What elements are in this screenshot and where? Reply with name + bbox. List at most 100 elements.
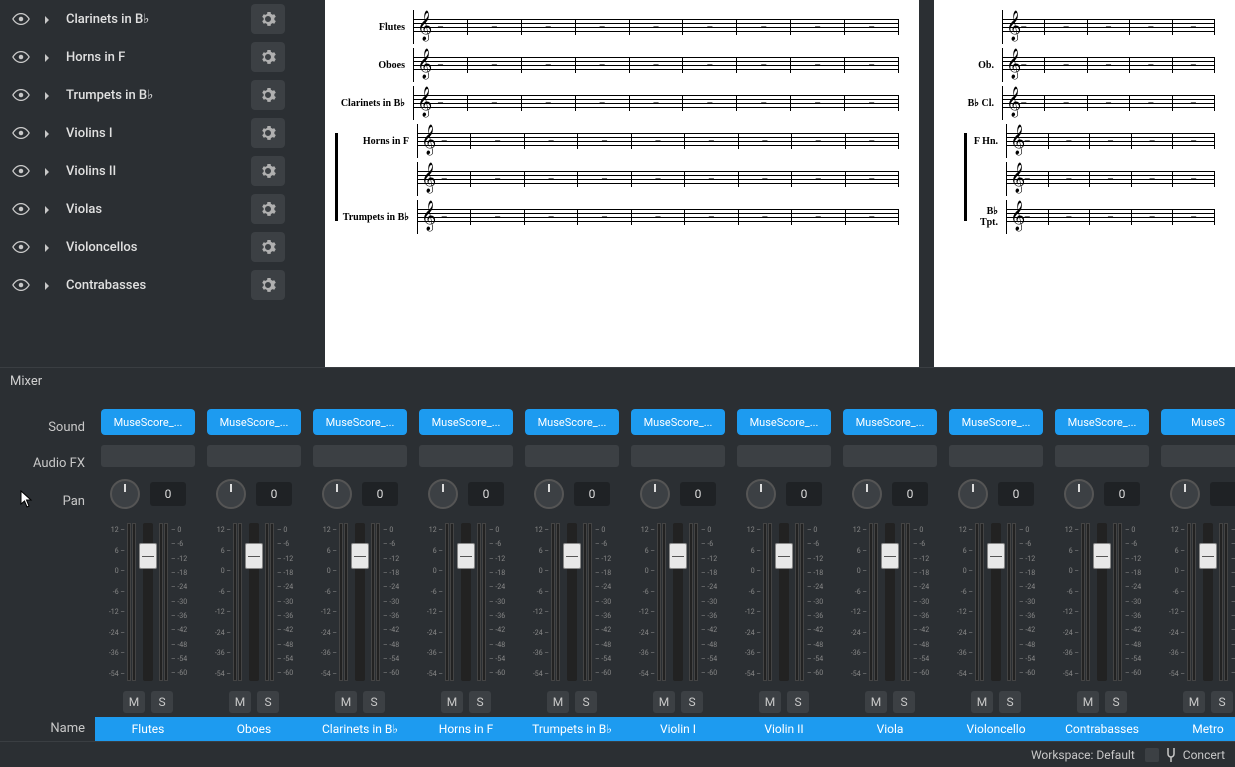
instrument-row[interactable]: Horns in F xyxy=(0,38,297,76)
staff-lines[interactable]: 𝄞 xyxy=(413,10,899,44)
solo-button[interactable]: S xyxy=(363,691,385,713)
staff[interactable]: Flutes 𝄞 xyxy=(335,10,899,44)
fader-handle[interactable] xyxy=(457,543,475,569)
audio-fx-slot[interactable] xyxy=(631,445,725,467)
solo-button[interactable]: S xyxy=(681,691,703,713)
staff[interactable]: B♭ Tpt. 𝄞 xyxy=(968,200,1215,234)
pan-knob[interactable] xyxy=(1170,479,1200,509)
volume-fader[interactable] xyxy=(1203,523,1213,681)
visibility-icon[interactable] xyxy=(12,89,30,101)
audio-fx-slot[interactable] xyxy=(419,445,513,467)
pan-value[interactable]: 0 xyxy=(1104,482,1140,506)
audio-fx-slot[interactable] xyxy=(525,445,619,467)
sound-selector[interactable]: MuseScore_... xyxy=(843,409,937,435)
mute-button[interactable]: M xyxy=(653,691,675,713)
mute-button[interactable]: M xyxy=(865,691,887,713)
pan-knob[interactable] xyxy=(852,479,882,509)
staff[interactable]: 𝄞 xyxy=(968,162,1215,196)
pan-value[interactable] xyxy=(1210,482,1235,506)
chevron-right-icon[interactable] xyxy=(44,14,52,24)
chevron-right-icon[interactable] xyxy=(44,52,52,62)
sound-selector[interactable]: MuseScore_... xyxy=(949,409,1043,435)
pan-value[interactable]: 0 xyxy=(680,482,716,506)
visibility-icon[interactable] xyxy=(12,279,30,291)
instrument-row[interactable]: Violins I xyxy=(0,114,297,152)
volume-fader[interactable] xyxy=(673,523,683,681)
mute-button[interactable]: M xyxy=(759,691,781,713)
settings-button[interactable] xyxy=(251,156,285,186)
score-page-main[interactable]: Flutes 𝄞 Oboes 𝄞 Clarinets in B♭ 𝄞 Horns… xyxy=(325,0,919,367)
settings-button[interactable] xyxy=(251,80,285,110)
settings-button[interactable] xyxy=(251,194,285,224)
visibility-icon[interactable] xyxy=(12,51,30,63)
channel-name[interactable]: Contrabasses xyxy=(1049,717,1155,741)
channel-name[interactable]: Oboes xyxy=(201,717,307,741)
channel-name[interactable]: Flutes xyxy=(95,717,201,741)
staff-lines[interactable]: 𝄞 xyxy=(1006,200,1215,234)
score-page-side[interactable]: 𝄞 Ob. 𝄞 B♭ Cl. 𝄞 F Hn. 𝄞 𝄞 xyxy=(934,0,1235,367)
staff-lines[interactable]: 𝄞 xyxy=(413,86,899,120)
fader-handle[interactable] xyxy=(139,543,157,569)
instrument-row[interactable]: Violoncellos xyxy=(0,228,297,266)
volume-fader[interactable] xyxy=(885,523,895,681)
pan-knob[interactable] xyxy=(428,479,458,509)
workspace-selector[interactable]: Workspace: Default xyxy=(1031,748,1135,762)
pan-knob[interactable] xyxy=(110,479,140,509)
visibility-icon[interactable] xyxy=(12,127,30,139)
pan-knob[interactable] xyxy=(958,479,988,509)
fader-handle[interactable] xyxy=(669,543,687,569)
chevron-right-icon[interactable] xyxy=(44,128,52,138)
pan-value[interactable]: 0 xyxy=(150,482,186,506)
mute-button[interactable]: M xyxy=(335,691,357,713)
fader-handle[interactable] xyxy=(881,543,899,569)
staff-lines[interactable]: 𝄞 xyxy=(417,162,899,196)
audio-fx-slot[interactable] xyxy=(737,445,831,467)
pan-knob[interactable] xyxy=(216,479,246,509)
pan-value[interactable]: 0 xyxy=(892,482,928,506)
audio-fx-slot[interactable] xyxy=(949,445,1043,467)
solo-button[interactable]: S xyxy=(999,691,1021,713)
pan-value[interactable]: 0 xyxy=(468,482,504,506)
fader-handle[interactable] xyxy=(987,543,1005,569)
settings-button[interactable] xyxy=(251,4,285,34)
chevron-right-icon[interactable] xyxy=(44,242,52,252)
chevron-right-icon[interactable] xyxy=(44,166,52,176)
fader-handle[interactable] xyxy=(351,543,369,569)
staff-lines[interactable]: 𝄞 xyxy=(1002,86,1215,120)
channel-name[interactable]: Trumpets in B♭ xyxy=(519,717,625,741)
volume-fader[interactable] xyxy=(1097,523,1107,681)
pan-value[interactable]: 0 xyxy=(786,482,822,506)
mute-button[interactable]: M xyxy=(1183,691,1205,713)
mute-button[interactable]: M xyxy=(229,691,251,713)
audio-fx-slot[interactable] xyxy=(313,445,407,467)
channel-name[interactable]: Clarinets in B♭ xyxy=(307,717,413,741)
chevron-right-icon[interactable] xyxy=(44,280,52,290)
sound-selector[interactable]: MuseScore_... xyxy=(313,409,407,435)
channel-name[interactable]: Violin I xyxy=(625,717,731,741)
mute-button[interactable]: M xyxy=(971,691,993,713)
mute-button[interactable]: M xyxy=(547,691,569,713)
pan-knob[interactable] xyxy=(534,479,564,509)
visibility-icon[interactable] xyxy=(12,13,30,25)
sound-selector[interactable]: MuseScore_... xyxy=(419,409,513,435)
solo-button[interactable]: S xyxy=(151,691,173,713)
settings-button[interactable] xyxy=(251,118,285,148)
audio-fx-slot[interactable] xyxy=(207,445,301,467)
instrument-row[interactable]: Contrabasses xyxy=(0,266,297,304)
solo-button[interactable]: S xyxy=(1211,691,1233,713)
audio-fx-slot[interactable] xyxy=(843,445,937,467)
staff[interactable]: B♭ Cl. 𝄞 xyxy=(964,86,1215,120)
solo-button[interactable]: S xyxy=(893,691,915,713)
sound-selector[interactable]: MuseScore_... xyxy=(525,409,619,435)
solo-button[interactable]: S xyxy=(1105,691,1127,713)
staff-lines[interactable]: 𝄞 xyxy=(1006,162,1215,196)
staff-lines[interactable]: 𝄞 xyxy=(417,200,899,234)
pan-knob[interactable] xyxy=(1064,479,1094,509)
pan-knob[interactable] xyxy=(746,479,776,509)
mute-button[interactable]: M xyxy=(441,691,463,713)
fader-handle[interactable] xyxy=(1093,543,1111,569)
visibility-icon[interactable] xyxy=(12,165,30,177)
chevron-right-icon[interactable] xyxy=(44,204,52,214)
staff[interactable]: Ob. 𝄞 xyxy=(964,48,1215,82)
mute-button[interactable]: M xyxy=(123,691,145,713)
